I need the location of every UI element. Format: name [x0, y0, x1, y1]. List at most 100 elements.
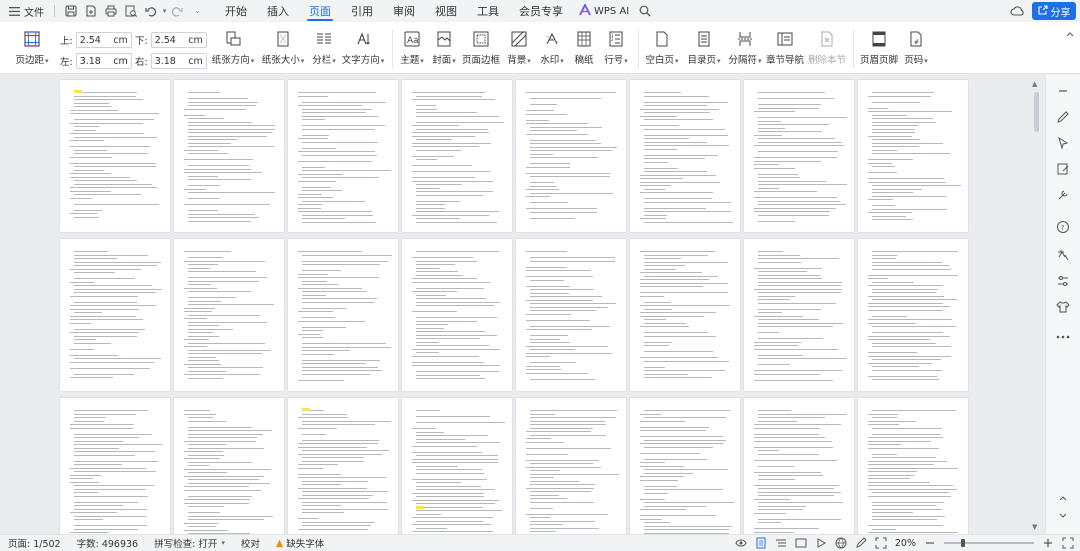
theme-button[interactable]: Aa 主题▾	[399, 22, 425, 66]
page-thumbnail[interactable]	[630, 398, 740, 534]
text-direction-button[interactable]: 文字方向▾	[342, 22, 384, 66]
collapse-ribbon-icon[interactable]	[1063, 28, 1077, 42]
page-border-button[interactable]: 页面边框	[462, 22, 500, 66]
page-thumbnail[interactable]	[288, 398, 398, 534]
margin-top-input[interactable]: 2.54 cm	[75, 32, 132, 48]
cloud-sync-icon[interactable]	[1010, 4, 1024, 18]
page-number-button[interactable]: # 页码▾	[903, 22, 929, 66]
pen-icon[interactable]	[1055, 109, 1071, 125]
page-thumbnail[interactable]	[858, 80, 968, 232]
orientation-button[interactable]: 纸张方向▾	[212, 22, 254, 66]
help-icon[interactable]: ?	[1055, 219, 1071, 235]
zoom-in-icon[interactable]	[1042, 537, 1054, 549]
background-button[interactable]: 背景▾	[506, 22, 532, 66]
wps-ai-button[interactable]: WPS AI	[573, 2, 635, 19]
save-icon[interactable]	[64, 4, 78, 18]
settings-sliders-icon[interactable]	[1055, 273, 1071, 289]
page-thumbnail[interactable]	[288, 80, 398, 232]
print-preview-icon[interactable]	[124, 4, 138, 18]
page-thumbnail[interactable]	[744, 239, 854, 391]
vertical-scrollbar-thumb[interactable]	[1034, 92, 1039, 132]
web-view-icon[interactable]	[795, 537, 807, 549]
blank-page-button[interactable]: 空白页▾	[645, 22, 679, 66]
delete-section-button[interactable]: 删除本节	[808, 22, 846, 66]
margin-left-input[interactable]: 3.18 cm	[75, 53, 132, 69]
page-thumbnail[interactable]	[402, 239, 512, 391]
page-thumbnail[interactable]	[174, 398, 284, 534]
fullscreen-icon[interactable]	[1062, 537, 1074, 549]
page-thumbnail[interactable]	[630, 239, 740, 391]
section-nav-button[interactable]: 章节导航	[766, 22, 804, 66]
page-thumbnail[interactable]	[402, 398, 512, 534]
header-footer-button[interactable]: 页眉页脚	[860, 22, 898, 66]
minimize-panel-icon[interactable]	[1055, 83, 1071, 99]
zoom-level[interactable]: 20%	[895, 538, 916, 549]
more-options-icon[interactable]	[1055, 329, 1071, 345]
translate-icon[interactable]	[1055, 247, 1071, 263]
share-button[interactable]: 分享	[1032, 2, 1076, 20]
scroll-up-arrow[interactable]: ▲	[1032, 80, 1037, 88]
scroll-top-icon[interactable]	[1055, 491, 1071, 507]
page-thumbnail[interactable]	[858, 398, 968, 534]
tab-review[interactable]: 审阅	[383, 0, 425, 22]
zoom-slider[interactable]	[944, 539, 1034, 547]
page-thumbnail[interactable]	[60, 398, 170, 534]
margin-bottom-input[interactable]: 2.54 cm	[150, 32, 207, 48]
page-thumbnail[interactable]	[858, 239, 968, 391]
margins-button[interactable]: 页边距▾	[15, 22, 49, 66]
page-thumbnail[interactable]	[744, 398, 854, 534]
margin-right-input[interactable]: 3.18 cm	[150, 53, 207, 69]
break-button[interactable]: 分隔符▾	[727, 22, 763, 66]
undo-dropdown-icon[interactable]: ▾	[161, 4, 167, 18]
page-thumbnail[interactable]	[516, 80, 626, 232]
columns-button[interactable]: 分栏▾	[310, 22, 338, 66]
manuscript-button[interactable]: 稿纸	[572, 22, 596, 66]
line-number-button[interactable]: 12 行号▾	[603, 22, 629, 66]
eye-icon[interactable]	[735, 537, 747, 549]
cover-button[interactable]: 封面▾	[431, 22, 457, 66]
page-thumbnail[interactable]	[60, 239, 170, 391]
tab-references[interactable]: 引用	[341, 0, 383, 22]
zoom-out-icon[interactable]	[924, 537, 936, 549]
page-thumbnail[interactable]	[744, 80, 854, 232]
spell-check-toggle[interactable]: 拼写检查: 打开 ▾	[146, 536, 233, 550]
missing-font-button[interactable]: ▲ 缺失字体	[268, 536, 332, 551]
shirt-icon[interactable]	[1055, 299, 1071, 315]
tab-home[interactable]: 开始	[215, 0, 257, 22]
page-thumbnail[interactable]	[402, 80, 512, 232]
edit-document-icon[interactable]	[1055, 161, 1071, 177]
file-menu-button[interactable]: 文件	[0, 0, 48, 22]
tab-view[interactable]: 视图	[425, 0, 467, 22]
tab-insert[interactable]: 插入	[257, 0, 299, 22]
page-thumbnail[interactable]	[516, 398, 626, 534]
redo-icon[interactable]	[170, 4, 184, 18]
search-icon[interactable]	[638, 4, 652, 18]
outline-view-icon[interactable]	[775, 537, 787, 549]
tab-page[interactable]: 页面	[299, 0, 341, 22]
tools-icon[interactable]	[1055, 187, 1071, 203]
cursor-icon[interactable]	[1055, 135, 1071, 151]
page-thumbnail[interactable]	[288, 239, 398, 391]
fit-page-icon[interactable]	[875, 537, 887, 549]
annotate-icon[interactable]	[855, 537, 867, 549]
proofread-button[interactable]: 校对	[233, 536, 268, 550]
page-view-icon[interactable]	[755, 537, 767, 549]
word-count[interactable]: 字数: 496936	[69, 536, 147, 550]
toc-page-button[interactable]: 目录页▾	[686, 22, 722, 66]
page-thumbnail[interactable]	[630, 80, 740, 232]
watermark-button[interactable]: 水印▾	[539, 22, 565, 66]
export-icon[interactable]	[84, 4, 98, 18]
paper-size-button[interactable]: 纸张大小▾	[262, 22, 304, 66]
zoom-slider-knob[interactable]	[961, 539, 965, 547]
tab-member[interactable]: 会员专享	[509, 0, 573, 22]
page-indicator[interactable]: 页面: 1/502	[0, 536, 69, 550]
scroll-down-arrow[interactable]: ▼	[1032, 523, 1037, 531]
play-icon[interactable]	[815, 537, 827, 549]
more-dropdown-icon[interactable]: ⌄	[190, 4, 204, 18]
page-thumbnail[interactable]	[60, 80, 170, 232]
print-icon[interactable]	[104, 4, 118, 18]
page-thumbnail[interactable]	[174, 239, 284, 391]
document-canvas[interactable]	[0, 75, 1045, 534]
tab-tools[interactable]: 工具	[467, 0, 509, 22]
scroll-bottom-icon[interactable]	[1055, 507, 1071, 523]
